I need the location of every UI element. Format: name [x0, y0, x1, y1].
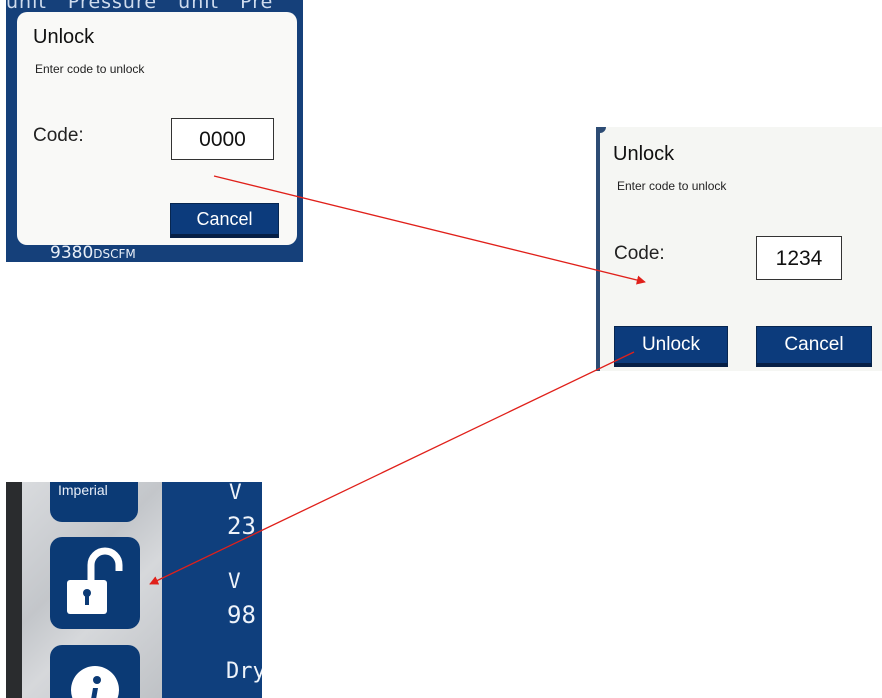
dialog-subtitle: Enter code to unlock: [617, 179, 727, 193]
cancel-button[interactable]: Cancel: [756, 326, 872, 367]
screenshot-panel-unlocked: V 23 V 98 Dry Imperial: [6, 482, 262, 698]
code-label: Code:: [33, 125, 84, 146]
flow-unit: DSCFM: [93, 247, 136, 261]
unlocked-padlock-button[interactable]: [50, 537, 140, 629]
readout-text-1: V: [229, 482, 242, 504]
code-input[interactable]: 1234: [756, 236, 842, 280]
code-input[interactable]: 0000: [171, 118, 274, 160]
background-flow-value: 9380DSCFM: [50, 243, 136, 262]
flow-value: 9380: [50, 243, 94, 262]
info-icon: [71, 666, 119, 698]
screenshot-panel-code-entered: Unlock Enter code to unlock Code: 1234 U…: [596, 127, 882, 371]
dialog-corner: [600, 127, 606, 133]
screenshot-panel-initial: unit Pressure unit Pre 9380DSCFM Unlock …: [6, 0, 303, 262]
cancel-button[interactable]: Cancel: [170, 203, 279, 238]
readout-text-2: 23: [227, 512, 256, 540]
readout-text-4: 98: [227, 601, 256, 629]
dialog-title: Unlock: [33, 26, 95, 48]
readout-text-3: V: [228, 569, 241, 593]
dialog-subtitle: Enter code to unlock: [35, 62, 145, 76]
dialog-title: Unlock: [613, 143, 675, 165]
unlocked-padlock-icon: [67, 547, 123, 614]
background-edge: [596, 127, 600, 371]
readout-text-5: Dry: [226, 659, 262, 684]
imperial-button[interactable]: Imperial: [50, 482, 138, 522]
imperial-label: Imperial: [58, 482, 108, 498]
unlock-dialog: Unlock Enter code to unlock Code: 0000 C…: [17, 12, 297, 245]
screen-bezel: [6, 482, 22, 698]
code-label: Code:: [614, 243, 665, 264]
info-button[interactable]: [50, 645, 140, 698]
unlock-button[interactable]: Unlock: [614, 326, 728, 367]
